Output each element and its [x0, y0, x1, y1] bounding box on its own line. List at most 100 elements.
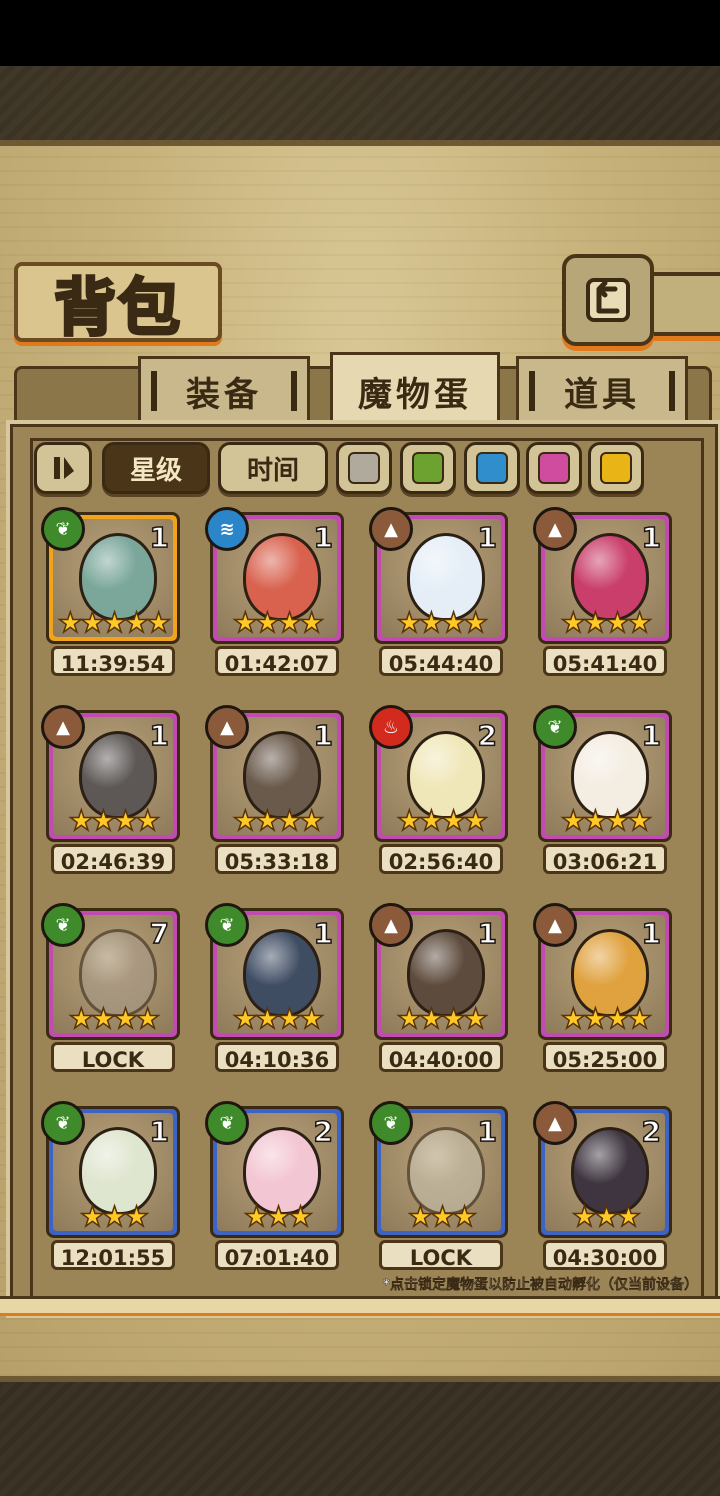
egg-card[interactable]: 1 ★★★★ ▲: [369, 507, 508, 644]
egg-card[interactable]: 1 ★★★ ❦: [369, 1101, 508, 1238]
green-swatch: [412, 452, 444, 484]
egg-count: 1: [149, 520, 170, 555]
blue-swatch: [476, 452, 508, 484]
egg-card[interactable]: 1 ★★★★ ≋: [205, 507, 344, 644]
tab-items[interactable]: 道具: [516, 356, 688, 426]
hatch-timer: 04:40:00: [379, 1042, 503, 1072]
filter-green-button[interactable]: [400, 442, 456, 494]
page-title: 背包: [52, 270, 182, 346]
title-plate: 背包: [14, 262, 222, 346]
egg-card[interactable]: 1 ★★★★ ❦: [205, 903, 344, 1040]
egg-card[interactable]: 1 ★★★★ ▲: [369, 903, 508, 1040]
egg-card[interactable]: 2 ★★★ ▲: [533, 1101, 672, 1238]
star-rating: ★★★: [243, 1200, 314, 1233]
tab-monster-eggs[interactable]: 魔物蛋: [330, 352, 500, 430]
leaf-icon: ❦: [205, 903, 249, 947]
sort-order-button[interactable]: [34, 442, 92, 494]
hatch-timer: 11:39:54: [51, 646, 175, 676]
flame-icon: ♨: [369, 705, 413, 749]
leaf-icon: ❦: [369, 1101, 413, 1145]
filter-blue-button[interactable]: [464, 442, 520, 494]
star-rating: ★★★★: [396, 606, 489, 639]
mountain-icon: ▲: [533, 903, 577, 947]
sort-by-time-label: 时间: [246, 455, 299, 486]
mountain-icon: ▲: [369, 507, 413, 551]
egg-count: 1: [477, 520, 498, 555]
egg-count: 1: [313, 718, 334, 753]
back-icon: [586, 278, 630, 322]
hatch-timer: 07:01:40: [215, 1240, 339, 1270]
egg-card[interactable]: 1 ★★★★ ▲: [205, 705, 344, 842]
sort-by-star-button[interactable]: 星级: [102, 442, 210, 494]
hatch-timer: 05:25:00: [543, 1042, 667, 1072]
filter-gray-button[interactable]: [336, 442, 392, 494]
star-rating: ★★★★★: [57, 606, 172, 639]
hatch-timer: 02:46:39: [51, 844, 175, 874]
hatch-timer: 12:01:55: [51, 1240, 175, 1270]
star-rating: ★★★: [571, 1200, 642, 1233]
star-rating: ★★★★: [560, 606, 653, 639]
egg-count: 2: [313, 1114, 334, 1149]
egg-count: 1: [149, 1114, 170, 1149]
mountain-icon: ▲: [533, 1101, 577, 1145]
star-rating: ★★★★: [560, 804, 653, 837]
gray-swatch: [348, 452, 380, 484]
egg-card[interactable]: 1 ★★★★ ❦: [533, 705, 672, 842]
star-rating: ★★★★: [68, 1002, 161, 1035]
mountain-icon: ▲: [205, 705, 249, 749]
hatch-timer: 01:42:07: [215, 646, 339, 676]
filter-yellow-button[interactable]: [588, 442, 644, 494]
egg-card[interactable]: 1 ★★★★ ▲: [41, 705, 180, 842]
sort-by-time-button[interactable]: 时间: [218, 442, 328, 494]
egg-count: 2: [477, 718, 498, 753]
star-rating: ★★★★: [232, 804, 325, 837]
star-rating: ★★★★: [232, 1002, 325, 1035]
mountain-icon: ▲: [369, 903, 413, 947]
egg-count: 1: [149, 718, 170, 753]
star-rating: ★★★★: [396, 1002, 489, 1035]
mountain-icon: ▲: [41, 705, 85, 749]
mountain-icon: ▲: [533, 507, 577, 551]
lock-hint-text: *点击锁定魔物蛋以防止被自动孵化（仅当前设备）: [382, 1277, 698, 1293]
star-rating: ★★★★: [560, 1002, 653, 1035]
hatch-timer: 02:56:40: [379, 844, 503, 874]
tab-monster-eggs-label: 魔物蛋: [358, 374, 472, 415]
hatch-timer: 04:30:00: [543, 1240, 667, 1270]
water-icon: ≋: [205, 507, 249, 551]
egg-card[interactable]: 1 ★★★★ ▲: [533, 507, 672, 644]
lock-label[interactable]: LOCK: [51, 1042, 175, 1072]
leaf-icon: ❦: [41, 903, 85, 947]
egg-count: 1: [313, 520, 334, 555]
egg-count: 1: [313, 916, 334, 951]
leaf-icon: ❦: [41, 507, 85, 551]
tab-equipment-label: 装备: [186, 374, 262, 415]
egg-count: 7: [149, 916, 170, 951]
egg-count: 1: [477, 1114, 498, 1149]
hatch-timer: 05:41:40: [543, 646, 667, 676]
filter-pink-button[interactable]: [526, 442, 582, 494]
status-bar: [0, 0, 720, 66]
egg-card[interactable]: 1 ★★★ ❦: [41, 1101, 180, 1238]
egg-card[interactable]: 1 ★★★★ ▲: [533, 903, 672, 1040]
star-rating: ★★★: [407, 1200, 478, 1233]
egg-count: 1: [477, 916, 498, 951]
leaf-icon: ❦: [205, 1101, 249, 1145]
leaf-icon: ❦: [533, 705, 577, 749]
star-rating: ★★★★: [232, 606, 325, 639]
egg-count: 1: [641, 718, 662, 753]
back-button[interactable]: [562, 254, 654, 346]
egg-card[interactable]: 2 ★★★★ ♨: [369, 705, 508, 842]
star-rating: ★★★★: [68, 804, 161, 837]
egg-card[interactable]: 2 ★★★ ❦: [205, 1101, 344, 1238]
egg-card[interactable]: 1 ★★★★★ ❦: [41, 507, 180, 644]
sort-toggle-icon: [54, 457, 74, 479]
hatch-timer: 04:10:36: [215, 1042, 339, 1072]
yellow-swatch: [600, 452, 632, 484]
pink-swatch: [538, 452, 570, 484]
tab-equipment[interactable]: 装备: [138, 356, 310, 426]
panel-bottom-border: [0, 1296, 720, 1316]
hatch-timer: 03:06:21: [543, 844, 667, 874]
lock-label[interactable]: LOCK: [379, 1240, 503, 1270]
star-rating: ★★★★: [396, 804, 489, 837]
egg-card[interactable]: 7 ★★★★ ❦: [41, 903, 180, 1040]
